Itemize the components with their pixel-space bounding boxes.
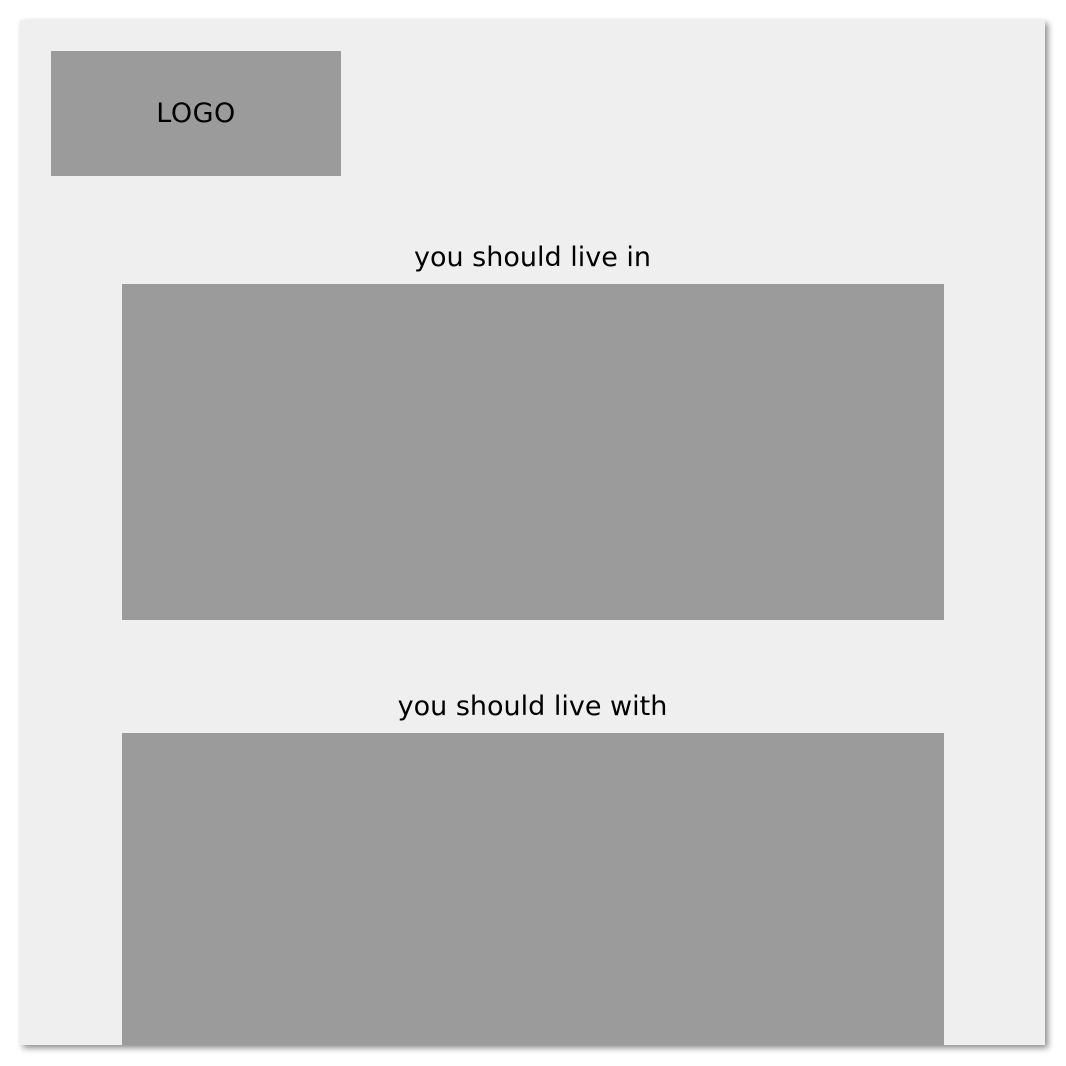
- live-in-content-placeholder: [122, 284, 944, 620]
- live-with-content-placeholder: [122, 733, 944, 1045]
- logo[interactable]: LOGO: [51, 51, 341, 176]
- section-heading-live-in: you should live in: [413, 242, 651, 273]
- section-heading-live-with: you should live with: [397, 691, 668, 722]
- page-frame: LOGO you should live in you should live …: [20, 20, 1045, 1045]
- logo-label: LOGO: [156, 98, 236, 129]
